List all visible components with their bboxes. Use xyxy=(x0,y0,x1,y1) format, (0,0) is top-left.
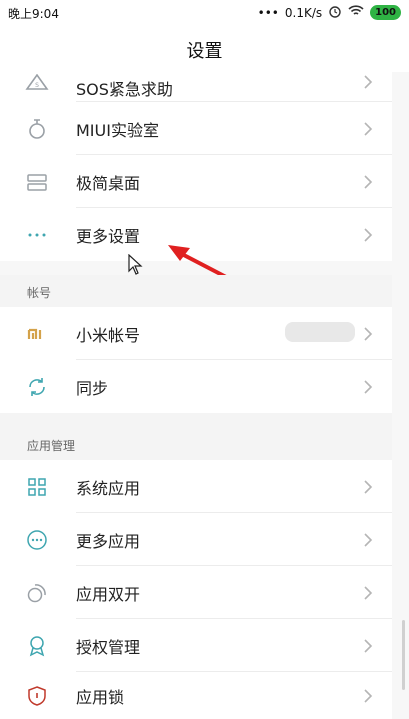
settings-item-sync[interactable]: 同步 xyxy=(0,360,392,413)
status-time: 晚上9:04 xyxy=(8,7,59,21)
more-circle-icon xyxy=(25,528,49,552)
status-right: ••• 0.1K/s 100 xyxy=(258,4,401,21)
alarm-icon xyxy=(328,4,342,21)
chevron-right-icon xyxy=(362,174,374,190)
network-speed: 0.1K/s xyxy=(284,5,323,20)
settings-item-app-lock[interactable]: 应用锁 xyxy=(0,672,392,719)
settings-item-label: 同步 xyxy=(76,378,109,398)
svg-text:S: S xyxy=(35,82,39,89)
settings-item-miui-lab[interactable]: MIUI实验室 xyxy=(0,102,392,155)
settings-item-label: MIUI实验室 xyxy=(76,120,159,140)
chevron-right-icon xyxy=(362,585,374,601)
chevron-right-icon xyxy=(362,479,374,495)
settings-item-label: 授权管理 xyxy=(76,637,141,657)
dual-app-icon xyxy=(25,581,49,605)
blurred-account-id xyxy=(285,322,355,342)
desktop-icon xyxy=(25,170,49,194)
chevron-right-icon xyxy=(362,638,374,654)
status-bar: 晚上9:04 ••• 0.1K/s 100 xyxy=(0,0,409,26)
sync-icon xyxy=(25,375,49,399)
settings-item-permissions[interactable]: 授权管理 xyxy=(0,619,392,672)
settings-item-simple-desktop[interactable]: 极简桌面 xyxy=(0,155,392,208)
settings-item-label: 更多应用 xyxy=(76,531,141,551)
chevron-right-icon xyxy=(362,227,374,243)
section-title: 帐号 xyxy=(27,286,52,300)
settings-item-label: SOS紧急求助 xyxy=(76,80,173,99)
more-dots-icon xyxy=(25,223,49,247)
wifi-icon xyxy=(348,5,364,20)
grid-icon xyxy=(25,475,49,499)
settings-item-sos[interactable]: S SOS紧急求助 xyxy=(0,72,392,102)
section-header-account: 帐号 xyxy=(0,275,392,307)
settings-item-label: 小米帐号 xyxy=(76,325,141,345)
chevron-right-icon xyxy=(362,74,374,90)
ribbon-icon xyxy=(25,634,49,658)
settings-item-label: 极简桌面 xyxy=(76,173,141,193)
page-title: 设置 xyxy=(186,41,223,62)
settings-item-mi-account[interactable]: 小米帐号 xyxy=(0,307,392,360)
mi-logo-icon xyxy=(25,322,49,346)
settings-item-system-apps[interactable]: 系统应用 xyxy=(0,460,392,513)
chevron-right-icon xyxy=(362,688,374,704)
sos-icon: S xyxy=(25,73,49,98)
scrollbar[interactable] xyxy=(402,620,405,690)
mouse-cursor-icon xyxy=(128,254,143,275)
chevron-right-icon xyxy=(362,379,374,395)
settings-item-label: 系统应用 xyxy=(76,478,141,498)
chevron-right-icon xyxy=(362,121,374,137)
chevron-right-icon xyxy=(362,532,374,548)
title-bar: 设置 xyxy=(0,26,409,72)
settings-item-more-apps[interactable]: 更多应用 xyxy=(0,513,392,566)
shield-lock-icon xyxy=(25,684,49,708)
battery-indicator: 100 xyxy=(370,5,401,20)
flask-icon xyxy=(25,117,49,141)
settings-item-dual-apps[interactable]: 应用双开 xyxy=(0,566,392,619)
settings-item-label: 应用锁 xyxy=(76,687,125,707)
section-title: 应用管理 xyxy=(27,439,76,453)
status-dots: ••• xyxy=(257,5,279,20)
chevron-right-icon xyxy=(362,326,374,342)
settings-item-label: 应用双开 xyxy=(76,584,141,604)
section-header-app-management: 应用管理 xyxy=(0,413,392,460)
